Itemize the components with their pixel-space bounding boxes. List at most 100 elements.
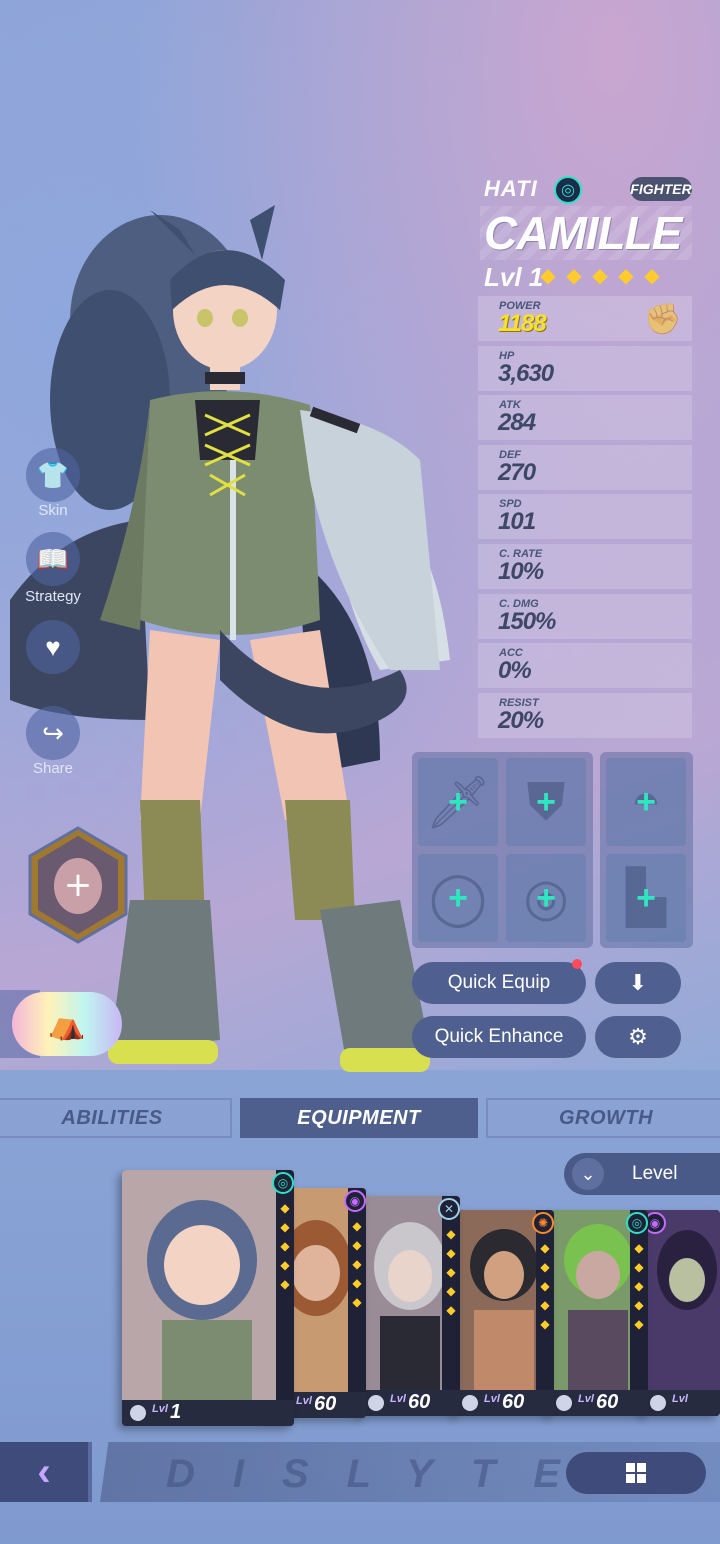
star-icon: ◆: [352, 1219, 362, 1233]
hero-portrait: [642, 1210, 720, 1390]
grid-menu-button[interactable]: [566, 1452, 706, 1494]
back-button[interactable]: ‹: [0, 1442, 92, 1502]
hood-icon: ⛺: [48, 1007, 86, 1041]
stat-value: 101: [498, 508, 536, 536]
equip-slot-earring[interactable]: ◎ +: [506, 854, 586, 942]
stat-power[interactable]: POWER 1188 ✊: [478, 296, 692, 341]
star-icon: ◆: [352, 1276, 362, 1290]
star-icon: ◆: [634, 1279, 644, 1293]
hood-button[interactable]: ⛺: [12, 992, 122, 1056]
card-stars: ◆ ◆ ◆ ◆ ◆: [350, 1218, 364, 1310]
sort-label: Level: [632, 1163, 678, 1184]
card-level: 1: [170, 1401, 182, 1423]
quick-equip-button[interactable]: Quick Equip: [412, 962, 586, 1004]
stat-crit-dmg: C. DMG 150%: [478, 593, 692, 639]
star-icon: ◆: [592, 265, 608, 287]
stat-atk: ATK 284: [478, 395, 692, 441]
stats-panel: POWER 1188 ✊ HP 3,630 ATK 284 DEF 270 SP…: [478, 296, 692, 742]
skin-button[interactable]: 👕: [26, 448, 80, 502]
chevron-left-icon: ‹: [37, 1449, 51, 1494]
star-icon: ◆: [446, 1265, 456, 1279]
gear-icon: ⚙: [628, 1024, 648, 1049]
card-level-prefix: Lvl: [152, 1403, 168, 1415]
fist-icon: ✊: [644, 303, 682, 336]
star-icon: ◆: [634, 1241, 644, 1255]
hero-card[interactable]: ✺ Lvl 60 ◆ ◆ ◆ ◆ ◆: [454, 1210, 554, 1416]
share-label: Share: [32, 760, 74, 777]
stat-value: 10%: [498, 557, 544, 585]
favorite-button[interactable]: ♥: [26, 620, 80, 674]
element-icon: ✕: [438, 1198, 460, 1220]
hero-card[interactable]: ◉ Lvl: [642, 1210, 720, 1416]
hero-name: CAMILLE: [484, 207, 682, 259]
tab-abilities[interactable]: ABILITIES: [0, 1098, 232, 1138]
star-icon: ◆: [644, 265, 660, 287]
star-icon: ◆: [280, 1277, 290, 1291]
stat-value: 270: [498, 458, 536, 486]
quick-enhance-button[interactable]: Quick Enhance: [412, 1016, 586, 1058]
class-icon: [462, 1395, 478, 1411]
card-stars: ◆ ◆ ◆ ◆ ◆: [538, 1240, 552, 1332]
tab-equipment[interactable]: EQUIPMENT: [240, 1098, 478, 1138]
strategy-button[interactable]: 📖: [26, 532, 80, 586]
card-stars: ◆ ◆ ◆ ◆ ◆: [444, 1226, 458, 1318]
element-icon: ◎: [272, 1172, 294, 1194]
plus-icon: +: [536, 879, 556, 917]
hero-card[interactable]: ◎ Lvl 1 ◆ ◆ ◆ ◆ ◆: [122, 1170, 294, 1426]
stat-hp: HP 3,630: [478, 345, 692, 391]
star-icon: ◆: [352, 1257, 362, 1271]
hero-card[interactable]: ✕ Lvl 60 ◆ ◆ ◆ ◆ ◆: [360, 1196, 460, 1416]
class-badge: FIGHTER: [630, 177, 692, 201]
card-level-prefix: Lvl: [296, 1395, 312, 1407]
star-icon: ◆: [280, 1201, 290, 1215]
tab-growth[interactable]: GROWTH: [486, 1098, 720, 1138]
star-icon: ◆: [446, 1246, 456, 1260]
faction-label: HATI: [484, 176, 538, 201]
stat-value: 284: [498, 409, 536, 437]
card-level: 60: [502, 1391, 525, 1413]
star-icon: ◆: [280, 1239, 290, 1253]
stat-spd: SPD 101: [478, 494, 692, 540]
faction-icon[interactable]: ◎: [554, 176, 582, 204]
settings-button[interactable]: ⚙: [595, 1016, 681, 1058]
class-icon: [650, 1395, 666, 1411]
hero-portrait: [122, 1170, 294, 1400]
equip-slot-weapon[interactable]: 🗡 +: [418, 758, 498, 846]
plus-icon: +: [64, 865, 93, 905]
equip-slot-boots[interactable]: ▙ +: [606, 854, 686, 942]
card-level-prefix: Lvl: [390, 1393, 406, 1405]
strategy-label: Strategy: [25, 588, 81, 605]
share-button[interactable]: ↪: [26, 706, 80, 760]
book-icon: 📖: [36, 543, 70, 574]
star-icon: ◆: [280, 1220, 290, 1234]
element-icon: ✺: [532, 1212, 554, 1234]
star-icon: ◆: [540, 265, 556, 287]
star-icon: ◆: [566, 265, 582, 287]
star-icon: ◆: [540, 1298, 550, 1312]
star-icon: ◆: [352, 1238, 362, 1252]
card-stars: ◆ ◆ ◆ ◆ ◆: [278, 1200, 292, 1292]
unequip-button[interactable]: ⬇: [595, 962, 681, 1004]
plus-icon: +: [636, 783, 656, 821]
equip-slot-goggles[interactable]: ◓ +: [606, 758, 686, 846]
sort-level-button[interactable]: ⌄ Level: [564, 1153, 720, 1195]
stat-value: 0%: [498, 657, 532, 685]
star-icon: ◆: [446, 1284, 456, 1298]
equip-slot-armor[interactable]: ⛊ +: [506, 758, 586, 846]
companion-slot[interactable]: +: [28, 826, 128, 944]
stat-value: 150%: [498, 607, 556, 635]
card-level: 60: [314, 1393, 337, 1415]
star-icon: ◆: [540, 1317, 550, 1331]
hero-card[interactable]: ◎ Lvl 60 ◆ ◆ ◆ ◆ ◆: [548, 1210, 648, 1416]
stat-acc: ACC 0%: [478, 643, 692, 689]
class-icon: [556, 1395, 572, 1411]
equip-slot-ring[interactable]: ◯ +: [418, 854, 498, 942]
star-icon: ◆: [634, 1298, 644, 1312]
chevron-double-down-icon: ⌄: [572, 1158, 604, 1190]
star-icon: ◆: [618, 265, 634, 287]
card-level: 60: [596, 1391, 619, 1413]
stat-def: DEF 270: [478, 444, 692, 490]
stat-value: 3,630: [498, 359, 554, 387]
shirt-icon: 👕: [36, 459, 70, 490]
card-level-prefix: Lvl: [672, 1393, 688, 1405]
